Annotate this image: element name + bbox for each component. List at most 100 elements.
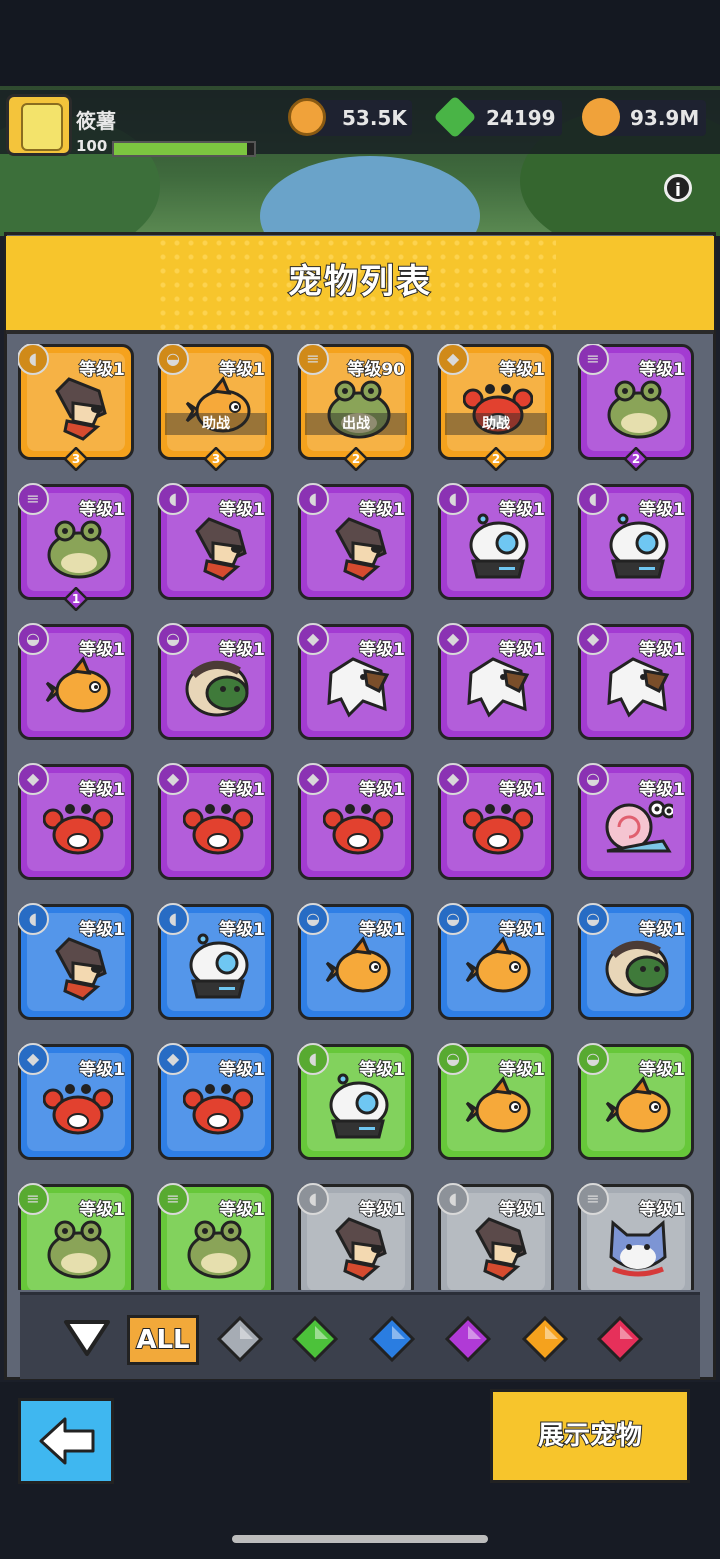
pet-card[interactable]: ◆ 等级1 xyxy=(437,623,554,740)
pet-card[interactable]: ◆ 等级1 xyxy=(437,763,554,880)
coins-element-icon: ≡ xyxy=(18,1183,49,1215)
show-pet-button[interactable]: 展示宠物 xyxy=(490,1389,690,1483)
pet-card[interactable]: ≡ 等级1 xyxy=(157,1183,274,1290)
star-badge: 2 xyxy=(623,446,649,472)
back-arrow-icon xyxy=(39,1417,95,1465)
pet-card[interactable]: ◒ 等级1 xyxy=(18,623,134,740)
info-icon[interactable]: i xyxy=(664,174,692,202)
wolf-element-icon: ◖ xyxy=(437,483,469,515)
coins-element-icon: ≡ xyxy=(157,1183,189,1215)
pet-card[interactable]: ◖ 等级1 xyxy=(577,483,694,600)
pet-card[interactable]: ◖ 等级1 3 xyxy=(18,344,134,472)
crab-pet-icon xyxy=(182,793,254,863)
pet-level: 等级1 xyxy=(218,359,265,381)
pet-level: 等级1 xyxy=(498,1059,545,1081)
wolf-element-icon: ◖ xyxy=(297,1183,329,1215)
coins-element-icon: ≡ xyxy=(577,1183,609,1215)
robot-pet-icon xyxy=(603,513,673,583)
robot-pet-icon xyxy=(323,1073,393,1143)
green-gem-icon[interactable] xyxy=(291,1315,339,1363)
dog-pet-icon xyxy=(463,1213,533,1283)
pet-card[interactable]: ◖ 等级1 xyxy=(297,1043,414,1160)
pet-level: 等级1 xyxy=(78,1199,125,1221)
pet-level: 等级1 xyxy=(78,919,125,941)
pet-card[interactable]: ≡ 等级1 xyxy=(18,1183,134,1290)
orange-gem-icon[interactable] xyxy=(521,1315,569,1363)
pet-card[interactable]: ≡ 等级1 2 xyxy=(577,344,694,472)
triangle-down-icon[interactable] xyxy=(62,1316,112,1358)
beast-element-icon: ◆ xyxy=(157,763,189,795)
turtle-pet-icon xyxy=(183,653,253,723)
fish-pet-icon xyxy=(463,933,533,1003)
pet-card[interactable]: ≡ 等级1 1 xyxy=(18,483,134,612)
beast-element-icon: ◆ xyxy=(18,763,49,795)
pet-card[interactable]: ◖ 等级1 xyxy=(437,483,554,600)
pet-card[interactable]: ◒ 等级1 xyxy=(437,903,554,1020)
pet-card[interactable]: ◖ 等级1 xyxy=(157,483,274,600)
pet-card[interactable]: ◒ 等级1 xyxy=(577,763,694,880)
pet-card[interactable]: ◒ 等级1 助战 3 xyxy=(157,344,274,472)
crab-pet-icon xyxy=(322,793,394,863)
pet-card[interactable]: ◖ 等级1 xyxy=(297,483,414,600)
pet-card[interactable]: ◒ 等级1 xyxy=(577,903,694,1020)
beast-element-icon: ◆ xyxy=(437,623,469,655)
pet-card[interactable]: ≡ 等级1 xyxy=(577,1183,694,1290)
filter-all-button[interactable]: ALL xyxy=(127,1315,199,1365)
pet-card[interactable]: ◖ 等级1 xyxy=(18,903,134,1020)
player-level: 100 xyxy=(76,137,108,155)
pet-card[interactable]: ◖ 等级1 xyxy=(297,1183,414,1290)
coin-value: 53.5K xyxy=(342,106,407,130)
fish-pet-icon xyxy=(463,1073,533,1143)
crab-pet-icon xyxy=(42,793,114,863)
pet-level: 等级1 xyxy=(638,919,685,941)
pet-card[interactable]: ◆ 等级1 xyxy=(18,1043,134,1160)
pet-level: 等级1 xyxy=(638,499,685,521)
pet-level: 等级1 xyxy=(218,639,265,661)
pet-card[interactable]: ◖ 等级1 xyxy=(157,903,274,1020)
pet-card[interactable]: ≡ 等级90 出战 2 xyxy=(297,344,414,472)
star-count: 2 xyxy=(351,452,361,466)
gray-gem-icon[interactable] xyxy=(216,1315,264,1363)
pet-card[interactable]: ◒ 等级1 xyxy=(577,1043,694,1160)
pet-card[interactable]: ◆ 等级1 xyxy=(577,623,694,740)
eagle-pet-icon xyxy=(603,653,673,723)
back-button[interactable] xyxy=(18,1398,114,1484)
pet-level: 等级1 xyxy=(358,1199,405,1221)
red-gem-icon[interactable] xyxy=(596,1315,644,1363)
dog-pet-icon xyxy=(43,933,113,1003)
pet-card[interactable]: ◆ 等级1 助战 2 xyxy=(437,344,554,472)
pet-card[interactable]: ◒ 等级1 xyxy=(437,1043,554,1160)
pet-level: 等级1 xyxy=(498,1199,545,1221)
pet-level: 等级1 xyxy=(78,359,125,381)
pet-status: 出战 xyxy=(305,413,407,435)
panel-title: 宠物列表 xyxy=(287,261,432,303)
pet-level: 等级1 xyxy=(358,499,405,521)
pet-card[interactable]: ◒ 等级1 xyxy=(157,623,274,740)
gold-plus-icon[interactable] xyxy=(582,98,620,136)
dog-pet-icon xyxy=(43,373,113,443)
pet-level: 等级1 xyxy=(218,1059,265,1081)
pet-card[interactable]: ◆ 等级1 xyxy=(18,763,134,880)
pet-level: 等级1 xyxy=(218,1199,265,1221)
pet-level: 等级1 xyxy=(498,639,545,661)
pet-card[interactable]: ◒ 等级1 xyxy=(297,903,414,1020)
pet-level: 等级1 xyxy=(638,1199,685,1221)
pet-level: 等级1 xyxy=(78,1059,125,1081)
pet-level: 等级1 xyxy=(78,779,125,801)
avatar[interactable] xyxy=(6,94,72,156)
pet-status: 助战 xyxy=(445,413,547,435)
pet-level: 等级1 xyxy=(78,499,125,521)
crab-pet-icon xyxy=(462,793,534,863)
robot-pet-icon xyxy=(463,513,533,583)
pet-card[interactable]: ◆ 等级1 xyxy=(297,763,414,880)
pet-card[interactable]: ◆ 等级1 xyxy=(157,763,274,880)
star-count: 1 xyxy=(71,592,81,606)
pet-card[interactable]: ◖ 等级1 xyxy=(437,1183,554,1290)
purple-gem-icon[interactable] xyxy=(444,1315,492,1363)
pet-card[interactable]: ◆ 等级1 xyxy=(297,623,414,740)
blue-gem-icon[interactable] xyxy=(368,1315,416,1363)
gold-value: 93.9M xyxy=(630,106,700,130)
pet-card[interactable]: ◆ 等级1 xyxy=(157,1043,274,1160)
crab-pet-icon xyxy=(182,1073,254,1143)
star-badge: 2 xyxy=(343,446,369,472)
